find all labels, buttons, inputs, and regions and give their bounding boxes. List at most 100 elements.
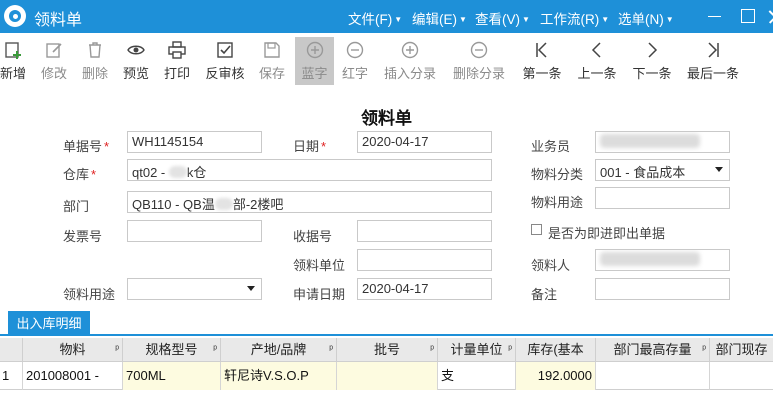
- chevron-down-icon: ▼: [394, 15, 403, 24]
- menu-workflow[interactable]: 工作流(R) ▼: [540, 8, 609, 28]
- last-icon: [708, 42, 719, 58]
- eye-icon: [127, 45, 145, 55]
- column-header[interactable]: 产地/品牌 ᵖ: [221, 338, 337, 362]
- add-icon: [5, 42, 21, 59]
- prev-icon: [591, 42, 601, 58]
- minimize-icon[interactable]: [700, 0, 730, 33]
- redacted-value: [168, 166, 187, 178]
- table-row[interactable]: 1 201008001 - 700ML 轩尼诗V.S.O.P 支 192.000…: [0, 362, 773, 390]
- cell-unit[interactable]: 支: [438, 362, 516, 390]
- pin-icon[interactable]: ᵖ: [213, 338, 217, 362]
- insert-row-button[interactable]: 插入分录: [382, 37, 438, 85]
- save-button[interactable]: 保存: [256, 37, 288, 85]
- pin-icon[interactable]: ᵖ: [702, 338, 706, 362]
- pin-icon[interactable]: ᵖ: [430, 338, 434, 362]
- cell-spec[interactable]: 700ML: [123, 362, 221, 390]
- pin-icon[interactable]: ᵖ: [508, 338, 512, 362]
- preview-button[interactable]: 预览: [120, 37, 152, 85]
- chevron-down-icon: ▼: [665, 15, 674, 24]
- dropdown-arrow-icon: [715, 167, 723, 172]
- column-header[interactable]: 计量单位 ᵖ: [438, 338, 516, 362]
- edit-icon: [46, 43, 62, 58]
- menu-file[interactable]: 文件(F) ▼: [348, 8, 402, 28]
- unit-field[interactable]: [357, 249, 492, 271]
- cell-dept-current[interactable]: [710, 362, 773, 390]
- apply-date-label: 申请日期: [293, 287, 346, 302]
- use-label: 领料用途: [63, 287, 116, 302]
- unit-label: 领料单位: [293, 258, 346, 273]
- column-header[interactable]: 库存(基本: [516, 338, 596, 362]
- date-field[interactable]: 2020-04-17: [357, 131, 492, 153]
- pin-icon[interactable]: ᵖ: [329, 338, 333, 362]
- next-record-button[interactable]: 下一条: [630, 37, 674, 85]
- dept-field[interactable]: QB110 - QB温 部-2楼吧: [127, 191, 492, 213]
- form-title: 领料单: [361, 109, 412, 128]
- toolbar: 新增 修改 删除 预览 打印 反审核 保存 蓝字 红字 插入分录 删除分录 第一…: [0, 33, 773, 87]
- title-bar: 领料单 文件(F) ▼ 编辑(E) ▼ 查看(V) ▼ 工作流(R) ▼ 选单(N) ▼: [0, 0, 773, 33]
- minus-circle-icon: [346, 41, 364, 59]
- column-header[interactable]: 部门最高存量 ᵖ: [596, 338, 710, 362]
- material-use-field[interactable]: [595, 187, 730, 209]
- last-record-button[interactable]: 最后一条: [685, 37, 741, 85]
- column-header[interactable]: 部门现存: [710, 338, 773, 362]
- required-marker: *: [91, 167, 97, 182]
- cell-brand[interactable]: 轩尼诗V.S.O.P: [221, 362, 337, 390]
- clerk-label: 业务员: [531, 139, 571, 154]
- first-record-button[interactable]: 第一条: [520, 37, 564, 85]
- remark-label: 备注: [531, 287, 558, 302]
- detail-tab-bar: 出入库明细: [0, 311, 773, 336]
- menu-edit[interactable]: 编辑(E) ▼: [412, 8, 467, 28]
- tab-io-detail[interactable]: 出入库明细: [8, 311, 90, 336]
- required-marker: *: [321, 139, 327, 154]
- receipt-label: 收据号: [293, 229, 333, 244]
- print-button[interactable]: 打印: [161, 37, 193, 85]
- add-button[interactable]: 新增: [0, 37, 30, 85]
- bill-no-field[interactable]: WH1145154: [127, 131, 262, 153]
- column-header[interactable]: 批号 ᵖ: [337, 338, 438, 362]
- cell-stock[interactable]: 192.0000: [516, 362, 596, 390]
- checkbox-icon: [217, 42, 233, 58]
- window-title: 领料单: [34, 12, 83, 29]
- menu-view[interactable]: 查看(V) ▼: [475, 8, 530, 28]
- maximize-icon[interactable]: [733, 0, 763, 33]
- trash-icon: [89, 42, 101, 58]
- unaudit-button[interactable]: 反审核: [202, 37, 248, 85]
- edit-button[interactable]: 修改: [38, 37, 70, 85]
- category-select[interactable]: 001 - 食品成本: [595, 159, 730, 181]
- instant-io-checkbox[interactable]: [531, 224, 542, 235]
- category-label: 物料分类: [531, 167, 584, 182]
- cell-batch[interactable]: [337, 362, 438, 390]
- delete-row-button[interactable]: 删除分录: [451, 37, 507, 85]
- first-icon: [536, 42, 547, 58]
- close-icon[interactable]: [761, 0, 773, 33]
- column-header[interactable]: 物料 ᵖ: [23, 338, 123, 362]
- grid-header: 物料 ᵖ 规格型号 ᵖ 产地/品牌 ᵖ 批号 ᵖ 计量单位 ᵖ 库存(基本 部门最高存量 ᵖ…: [0, 338, 773, 362]
- delete-button[interactable]: 删除: [79, 37, 111, 85]
- row-number: 1: [0, 362, 23, 390]
- cell-dept-max[interactable]: [596, 362, 710, 390]
- redacted-value: [214, 198, 233, 210]
- red-entry-button[interactable]: 红字: [338, 37, 372, 85]
- warehouse-label: 仓库 *: [63, 167, 97, 182]
- minus-circle-icon: [470, 41, 488, 59]
- receiver-label: 领料人: [531, 258, 571, 273]
- receipt-field[interactable]: [357, 220, 492, 242]
- dropdown-arrow-icon: [247, 286, 255, 291]
- column-header[interactable]: 规格型号 ᵖ: [123, 338, 221, 362]
- menu-select[interactable]: 选单(N) ▼: [618, 8, 674, 28]
- pin-icon[interactable]: ᵖ: [115, 338, 119, 362]
- apply-date-field[interactable]: 2020-04-17: [357, 278, 492, 300]
- use-select[interactable]: [127, 278, 262, 300]
- remark-field[interactable]: [595, 278, 730, 300]
- date-label: 日期 *: [293, 139, 327, 154]
- prev-record-button[interactable]: 上一条: [575, 37, 619, 85]
- invoice-field[interactable]: [127, 220, 262, 242]
- cell-material[interactable]: 201008001 -: [23, 362, 123, 390]
- warehouse-field[interactable]: qt02 - k仓: [127, 159, 492, 181]
- blue-entry-button[interactable]: 蓝字: [295, 37, 334, 85]
- chevron-down-icon: ▼: [522, 15, 530, 24]
- next-icon: [648, 42, 658, 58]
- invoice-label: 发票号: [63, 229, 103, 244]
- clerk-field[interactable]: [595, 131, 730, 153]
- receiver-field[interactable]: [595, 249, 730, 271]
